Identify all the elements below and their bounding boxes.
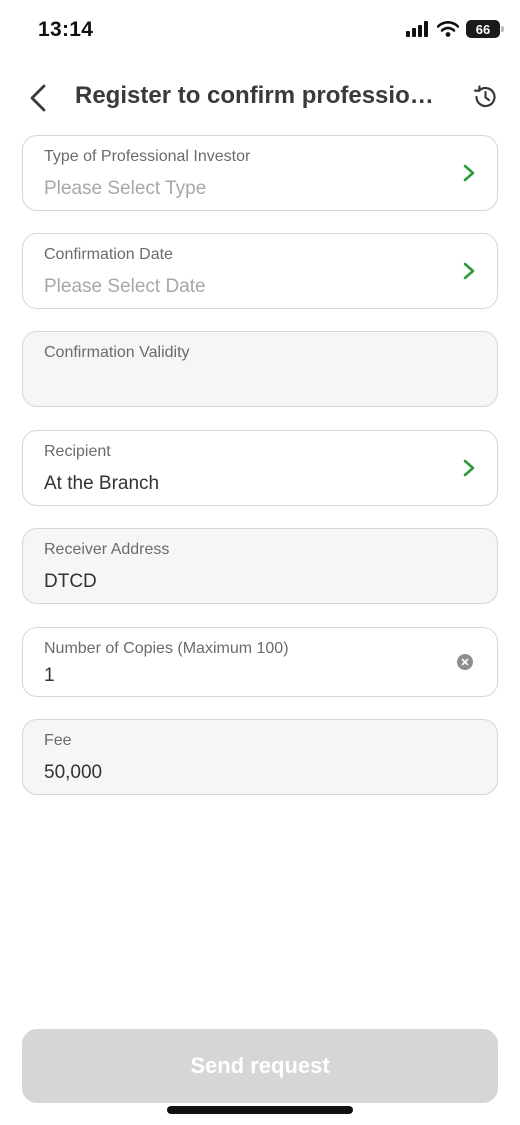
page-title: Register to confirm professional investo… (75, 82, 435, 109)
number-of-copies-value[interactable]: 1 (44, 665, 55, 687)
fee-label: Fee (44, 732, 72, 749)
receiver-address-label: Receiver Address (44, 541, 170, 558)
number-of-copies-label: Number of Copies (Maximum 100) (44, 640, 289, 657)
confirmation-validity-label: Confirmation Validity (44, 344, 190, 361)
battery-icon: 66 (466, 20, 504, 38)
confirmation-validity-field: Confirmation Validity (22, 331, 498, 407)
investor-type-label: Type of Professional Investor (44, 148, 251, 165)
screen: 13:14 66 Register to confirm professiona… (0, 0, 520, 1125)
chevron-right-icon (463, 459, 475, 477)
confirmation-date-label: Confirmation Date (44, 246, 173, 263)
chevron-right-icon (463, 262, 475, 280)
history-button[interactable] (470, 82, 500, 112)
wifi-icon (437, 21, 459, 37)
recipient-value: At the Branch (44, 473, 160, 494)
fee-value: 50,000 (44, 762, 103, 783)
close-icon (461, 658, 469, 666)
clear-button[interactable] (457, 654, 473, 670)
chevron-right-icon (463, 164, 475, 182)
home-indicator (167, 1106, 353, 1114)
receiver-address-value: DTCD (44, 571, 97, 592)
status-time: 13:14 (38, 18, 94, 41)
recipient-label: Recipient (44, 443, 111, 460)
receiver-address-field: Receiver Address DTCD (22, 528, 498, 604)
confirmation-date-select[interactable]: Confirmation Date Please Select Date (22, 233, 498, 309)
fee-field: Fee 50,000 (22, 719, 498, 795)
investor-type-select[interactable]: Type of Professional Investor Please Sel… (22, 135, 498, 211)
investor-type-placeholder: Please Select Type (44, 178, 207, 199)
signal-icon (406, 21, 428, 37)
confirmation-date-placeholder: Please Select Date (44, 276, 206, 297)
status-icons: 66 (406, 20, 504, 38)
back-button[interactable] (24, 80, 56, 116)
recipient-select[interactable]: Recipient At the Branch (22, 430, 498, 506)
status-bar: 13:14 66 (0, 0, 520, 60)
number-of-copies-input[interactable]: Number of Copies (Maximum 100) 1 (22, 627, 498, 697)
header: Register to confirm professional investo… (0, 70, 520, 126)
chevron-left-icon (30, 84, 46, 112)
send-request-button[interactable]: Send request (22, 1029, 498, 1103)
history-icon (473, 85, 496, 108)
battery-level: 66 (475, 21, 491, 37)
